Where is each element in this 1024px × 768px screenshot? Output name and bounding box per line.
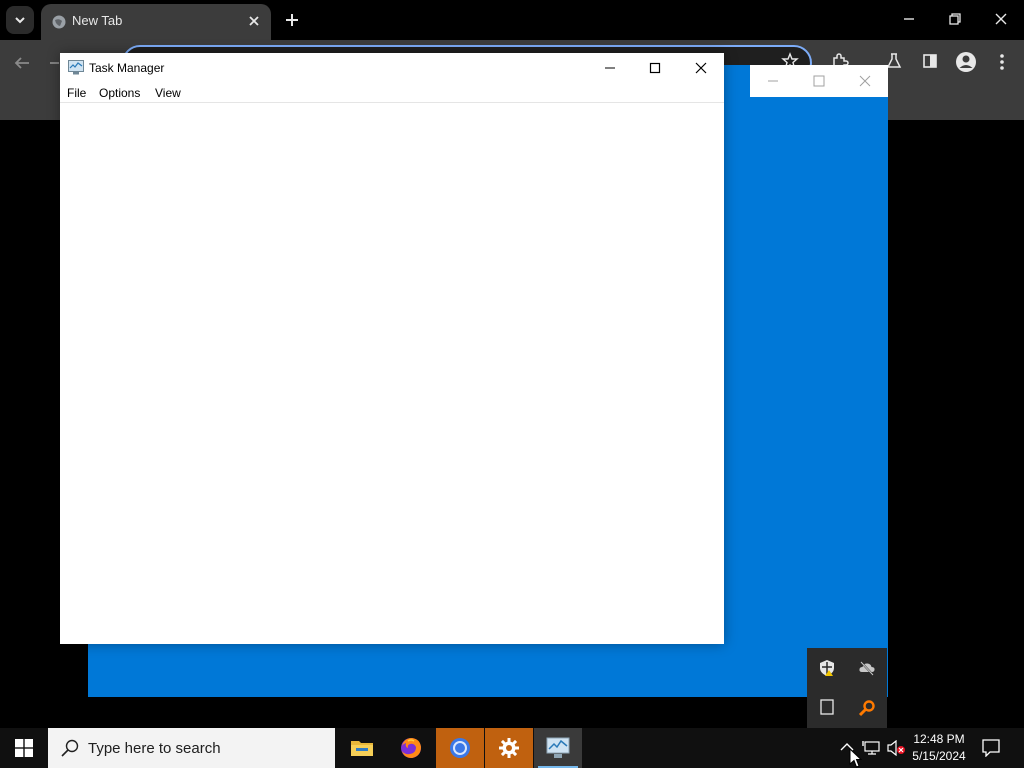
tab-search-button[interactable] [6, 6, 34, 34]
task-manager-content [60, 103, 724, 644]
chrome-menu-icon[interactable] [998, 53, 1006, 71]
task-manager-window: Task Manager File Options View [60, 53, 724, 644]
minimize-button[interactable] [587, 53, 633, 83]
task-manager-app-icon [68, 60, 84, 75]
tray-overflow-flyout [807, 648, 887, 728]
firefox-icon [401, 738, 421, 758]
network-icon[interactable] [862, 740, 880, 756]
chrome-close-icon[interactable] [994, 12, 1008, 26]
chrome-icon [450, 738, 470, 758]
menu-file[interactable]: File [67, 86, 86, 100]
taskbar-file-explorer[interactable] [338, 728, 386, 768]
clock-date: 5/15/2024 [912, 749, 966, 763]
taskbar-task-manager[interactable] [534, 728, 582, 768]
taskbar-firefox[interactable] [387, 728, 435, 768]
taskbar-chrome[interactable] [436, 728, 484, 768]
volume-muted-icon[interactable] [886, 740, 906, 756]
chevron-down-icon [15, 17, 25, 24]
task-manager-titlebar[interactable]: Task Manager [60, 53, 724, 83]
action-center-icon[interactable] [982, 739, 1000, 757]
taskbar: Type here to search 12:48 PM 5/15/2024 [0, 728, 1024, 768]
task-manager-icon [546, 737, 570, 758]
profile-avatar-icon[interactable] [955, 51, 977, 73]
settings-gear-icon [499, 738, 519, 758]
menu-options[interactable]: Options [99, 86, 140, 100]
window-title: Task Manager [89, 61, 165, 75]
minimize-icon[interactable] [766, 74, 780, 88]
close-icon[interactable] [858, 74, 872, 88]
file-explorer-icon [351, 741, 373, 756]
taskbar-settings[interactable] [485, 728, 533, 768]
chrome-minimize-icon[interactable] [902, 12, 916, 26]
side-panel-icon[interactable] [921, 52, 939, 70]
defender-icon[interactable] [818, 659, 836, 677]
close-tab-icon[interactable] [247, 14, 261, 28]
new-tab-plus-icon[interactable] [283, 11, 301, 29]
chrome-restore-icon[interactable] [948, 12, 962, 26]
tablet-icon[interactable] [819, 699, 835, 715]
blue-window-titlebar [750, 65, 888, 97]
tab-new-tab[interactable]: New Tab [41, 4, 271, 40]
menu-bar: File Options View [60, 83, 724, 103]
maximize-icon [649, 62, 661, 74]
maximize-icon[interactable] [812, 74, 826, 88]
search-magnifier-icon[interactable] [858, 699, 876, 717]
chrome-tabstrip: New Tab [0, 0, 1024, 40]
search-placeholder: Type here to search [88, 740, 221, 757]
onedrive-offline-icon[interactable] [858, 659, 876, 677]
tab-title: New Tab [72, 13, 123, 28]
windows-logo-icon [15, 739, 33, 757]
forward-arrow-icon[interactable] [50, 55, 60, 71]
close-icon [695, 62, 707, 74]
close-button[interactable] [678, 53, 724, 83]
maximize-button[interactable] [632, 53, 678, 83]
back-arrow-icon[interactable] [13, 55, 31, 71]
mouse-cursor-icon [849, 748, 862, 768]
system-clock[interactable]: 12:48 PM 5/15/2024 [905, 731, 973, 765]
search-icon [61, 739, 79, 757]
minimize-icon [605, 67, 615, 69]
start-button[interactable] [0, 728, 48, 768]
menu-view[interactable]: View [155, 86, 181, 100]
globe-icon [52, 15, 66, 29]
clock-time: 12:48 PM [913, 732, 965, 746]
taskbar-search-box[interactable]: Type here to search [48, 728, 335, 768]
